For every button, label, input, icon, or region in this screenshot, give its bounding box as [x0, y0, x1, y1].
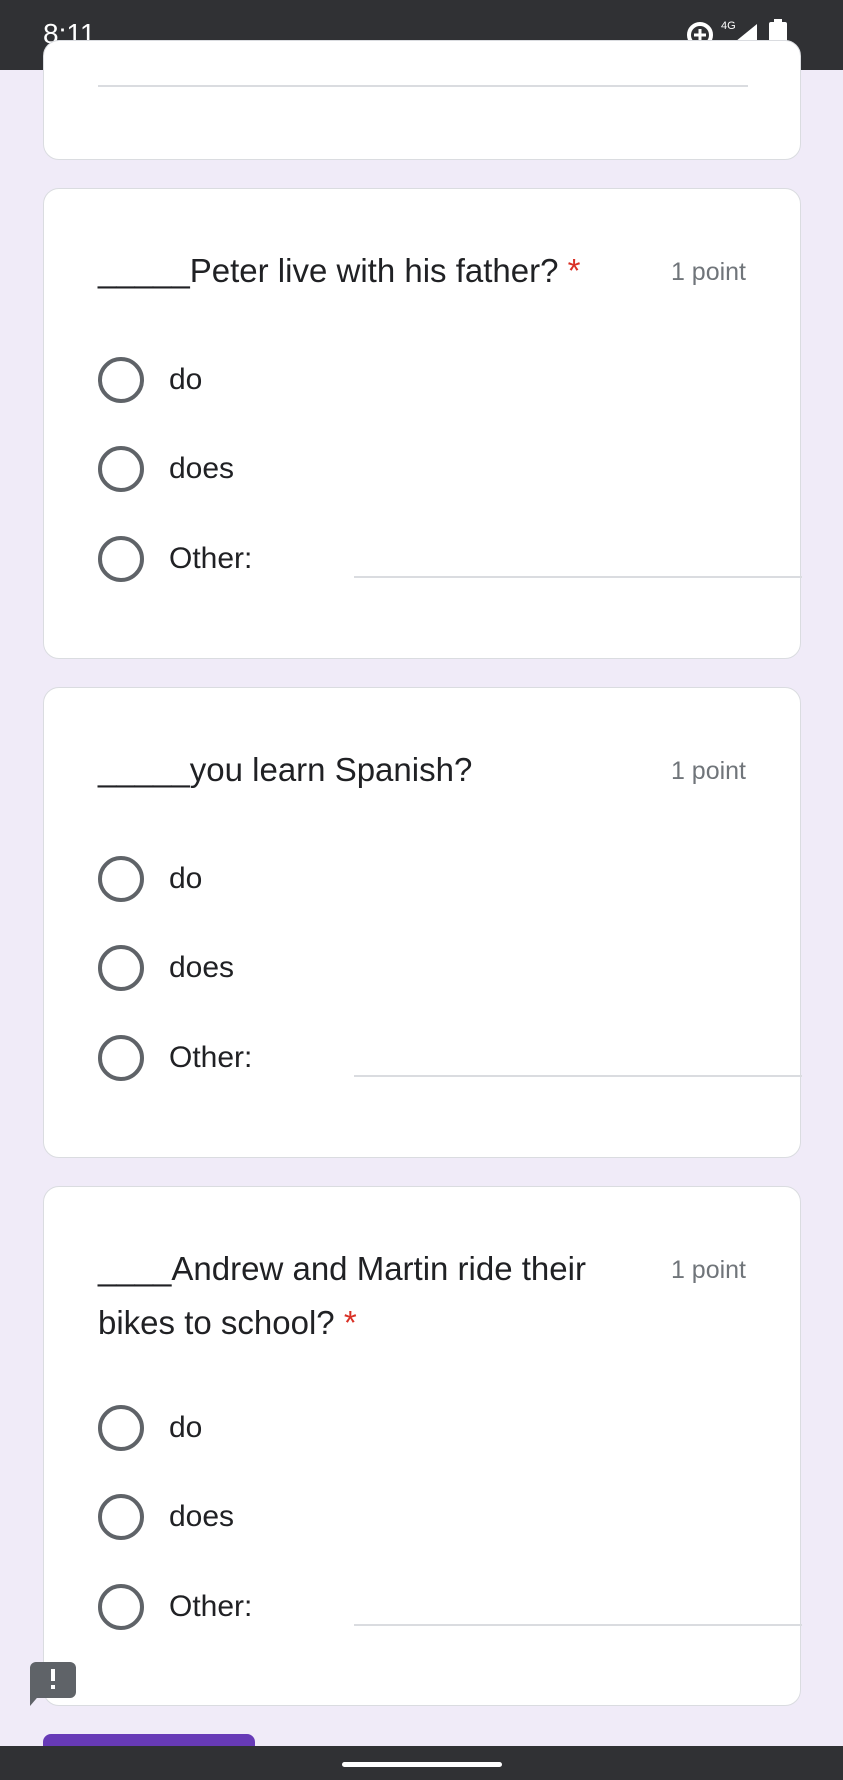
other-text-input[interactable] [354, 1624, 802, 1626]
points-label: 1 point [670, 258, 746, 286]
question-card-2: _____you learn Spanish? 1 point do does … [43, 687, 802, 1158]
required-asterisk: * [343, 1304, 357, 1341]
question-title: ____Andrew and Martin ride their bikes t… [98, 1242, 628, 1350]
question-card-1: _____Peter live with his father? * 1 poi… [43, 188, 802, 659]
option-other[interactable]: Other: [98, 1035, 802, 1081]
required-asterisk: * [567, 252, 581, 289]
question-text: _____you learn Spanish? [98, 751, 473, 788]
other-text-input[interactable] [354, 1075, 802, 1077]
points-label: 1 point [670, 1256, 746, 1284]
option-label: do [169, 1411, 203, 1444]
option-label: do [169, 363, 203, 396]
option-label: does [169, 452, 235, 485]
option-label: Other: [169, 542, 253, 575]
radio-button[interactable] [98, 536, 144, 582]
option-label: Other: [169, 1590, 253, 1623]
question-title: _____Peter live with his father? * [98, 244, 618, 298]
option-does[interactable]: does [98, 1494, 758, 1540]
radio-button[interactable] [98, 945, 144, 991]
radio-button[interactable] [98, 446, 144, 492]
radio-button[interactable] [98, 856, 144, 902]
previous-other-input-line[interactable] [98, 85, 748, 87]
network-type-label: 4G [721, 20, 736, 32]
option-label: does [169, 951, 235, 984]
option-label: Other: [169, 1041, 253, 1074]
question-text-line-1: ____Andrew and Martin ride their [98, 1250, 586, 1287]
radio-button[interactable] [98, 1584, 144, 1630]
option-does[interactable]: does [98, 945, 758, 991]
option-label: do [169, 862, 203, 895]
question-title: _____you learn Spanish? [98, 743, 618, 797]
option-do[interactable]: do [98, 1405, 758, 1451]
question-text-line-2: bikes to school? * [98, 1296, 628, 1350]
option-do[interactable]: do [98, 856, 758, 902]
option-label: does [169, 1500, 235, 1533]
radio-button[interactable] [98, 357, 144, 403]
points-label: 1 point [670, 757, 746, 785]
option-does[interactable]: does [98, 446, 758, 492]
question-text: bikes to school? [98, 1304, 335, 1341]
option-other[interactable]: Other: [98, 536, 802, 582]
question-card-3: ____Andrew and Martin ride their bikes t… [43, 1186, 802, 1706]
previous-question-card [43, 40, 801, 160]
option-do[interactable]: do [98, 357, 758, 403]
radio-button[interactable] [98, 1035, 144, 1081]
report-icon-tail [30, 1692, 42, 1706]
question-text: _____Peter live with his father? [98, 252, 559, 289]
radio-button[interactable] [98, 1405, 144, 1451]
option-other[interactable]: Other: [98, 1584, 802, 1630]
home-gesture-handle[interactable] [342, 1762, 502, 1767]
other-text-input[interactable] [354, 576, 802, 578]
radio-button[interactable] [98, 1494, 144, 1540]
